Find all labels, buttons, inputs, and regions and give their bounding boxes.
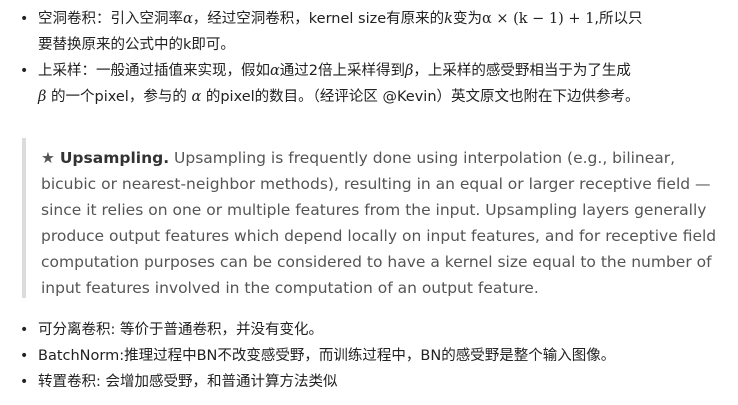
quote-line: produce output features which depend loc… [41,227,717,245]
top-bullet-list: • 空洞卷积：引入空洞率α，经过空洞卷积，kernel size有原来的k变为α… [0,6,738,110]
english-quote-block: ★ Upsampling. Upsampling is frequently d… [22,138,717,298]
dilated-text-a: 空洞卷积：引入空洞率 [38,11,183,27]
list-item-text: 可分离卷积: 等价于普通卷积，并没有变化。 [38,322,323,338]
quote-line: computation purposes can be considered t… [41,253,712,271]
quote-line: since it relies on one or multiple featu… [41,201,707,219]
k-symbol: k [444,11,453,27]
dilation-formula: α × (k − 1) + 1 [481,11,595,27]
document-page: • 空洞卷积：引入空洞率α，经过空洞卷积，kernel size有原来的k变为α… [0,0,738,405]
dilated-text-d: ,所以只 [594,11,643,27]
bullet-icon: • [20,374,29,390]
bullet-icon: • [20,63,29,79]
bullet-icon: • [20,322,29,338]
dilated-text-c: 变为 [452,11,482,27]
list-item-text: 转置卷积: 会增加感受野，和普通计算方法类似 [38,374,338,390]
list-item-text: BatchNorm:推理过程中BN不改变感受野，而训练过程中，BN的感受野是整个… [38,348,616,364]
quote-line: input features involved in the computati… [41,279,539,297]
star-icon: ★ [41,149,55,167]
dilated-text-line2: 要替换原来的公式中的k即可。 [38,37,235,53]
upsampling-text-b: 通过2倍上采样得到 [279,63,406,79]
list-item-upsampling: • 上采样：一般通过插值来实现，假如α通过2倍上采样得到β，上采样的感受野相当于… [0,58,738,110]
bottom-bullet-list: • 可分离卷积: 等价于普通卷积，并没有变化。 • BatchNorm:推理过程… [0,317,738,395]
alpha-symbol: α [270,63,280,79]
quote-text: Upsampling is frequently done using inte… [169,149,676,167]
quote-line: ★ Upsampling. Upsampling is frequently d… [41,145,714,171]
upsampling-text-c: ，上采样的感受野相当于为了生成 [413,63,631,79]
list-item-dilated-conv: • 空洞卷积：引入空洞率α，经过空洞卷积，kernel size有原来的k变为α… [0,6,738,58]
alpha-symbol: α [191,89,202,105]
quote-line: bicubic or nearest-neighbor methods), re… [41,175,711,193]
bullet-icon: • [20,11,29,27]
bullet-icon: • [20,348,29,364]
upsampling-text-e: 的pixel的数目。（经评论区 @Kevin）英文原文也附在下边供参考。 [201,89,640,105]
dilated-text-b: ，经过空洞卷积，kernel size有原来的 [192,11,445,27]
list-item-batchnorm: • BatchNorm:推理过程中BN不改变感受野，而训练过程中，BN的感受野是… [0,343,738,369]
upsampling-text-a: 上采样：一般通过插值来实现，假如 [38,63,270,79]
upsampling-text-d: 的一个pixel，参与的 [46,89,192,105]
quote-title: Upsampling. [59,149,170,167]
alpha-symbol: α [183,11,193,27]
list-item-separable-conv: • 可分离卷积: 等价于普通卷积，并没有变化。 [0,317,738,343]
list-item-transposed-conv: • 转置卷积: 会增加感受野，和普通计算方法类似 [0,369,738,395]
